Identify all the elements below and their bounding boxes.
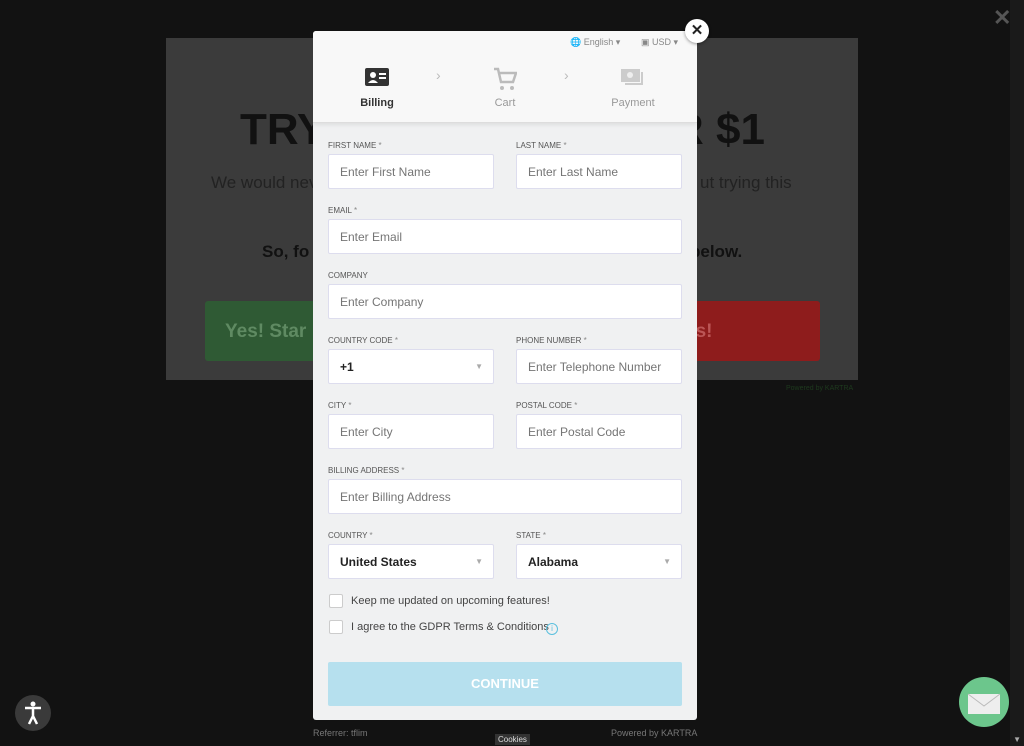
continue-button[interactable]: CONTINUE — [328, 662, 682, 706]
updates-checkbox[interactable] — [329, 594, 343, 608]
step-label: Cart — [494, 97, 516, 109]
company-input[interactable] — [328, 284, 682, 319]
info-icon[interactable]: i — [546, 623, 558, 635]
last-name-input[interactable] — [516, 154, 682, 189]
contact-button[interactable] — [959, 677, 1009, 727]
globe-icon: 🌐 — [570, 37, 582, 47]
subtitle-left: We would nev — [211, 173, 318, 192]
language-select[interactable]: 🌐 English ▾ — [570, 37, 620, 48]
phone-input[interactable] — [516, 349, 682, 384]
last-name-label: Last Name * — [516, 141, 567, 150]
modal-header: 🌐 English ▾ ▣ USD ▾ Billing › Cart › Pay… — [313, 31, 697, 123]
phone-label: Phone Number * — [516, 336, 587, 345]
state-label: State * — [516, 531, 546, 540]
money-icon: ▣ — [641, 37, 650, 47]
currency-label: USD — [652, 37, 672, 47]
country-label: Country * — [328, 531, 373, 540]
accessibility-button[interactable] — [15, 695, 51, 731]
bold-left: So, fo — [262, 242, 310, 261]
close-modal-icon[interactable]: ✕ — [685, 19, 709, 43]
dropdown-arrow-icon: ▼ — [475, 362, 483, 371]
address-label: Billing Address * — [328, 466, 405, 475]
dropdown-arrow-icon: ▼ — [475, 557, 483, 566]
country-select[interactable]: United States ▼ — [328, 544, 494, 579]
first-name-input[interactable] — [328, 154, 494, 189]
money-icon — [621, 69, 643, 85]
step-label: Payment — [611, 97, 655, 109]
subtitle-right: ut trying this — [700, 173, 792, 192]
gdpr-checkbox[interactable] — [329, 620, 343, 634]
step-label: Billing — [360, 97, 394, 109]
address-input[interactable] — [328, 479, 682, 514]
page-close-icon[interactable]: ✕ — [993, 5, 1011, 31]
powered-by-footer: Powered by KARTRA — [611, 728, 698, 738]
city-input[interactable] — [328, 414, 494, 449]
chevron-right-icon: › — [436, 67, 441, 83]
cookies-button[interactable]: Cookies — [495, 734, 530, 745]
cart-icon — [494, 67, 517, 90]
email-label: Email * — [328, 206, 358, 215]
powered-by-bg: Powered by KARTRA — [786, 385, 854, 392]
envelope-icon — [967, 693, 1001, 714]
checkout-modal: 🌐 English ▾ ▣ USD ▾ Billing › Cart › Pay… — [313, 31, 697, 720]
chevron-right-icon: › — [564, 67, 569, 83]
scroll-down-icon[interactable]: ▼ — [1013, 735, 1021, 744]
company-label: Company — [328, 271, 368, 280]
id-card-icon — [365, 68, 389, 86]
country-code-label: Country Code * — [328, 336, 398, 345]
first-name-label: First Name * — [328, 141, 382, 150]
dropdown-arrow-icon: ▼ — [663, 557, 671, 566]
state-select[interactable]: Alabama ▼ — [516, 544, 682, 579]
gdpr-label: I agree to the GDPR Terms & Conditions — [351, 621, 549, 633]
postal-input[interactable] — [516, 414, 682, 449]
email-input[interactable] — [328, 219, 682, 254]
step-billing: Billing — [332, 67, 422, 109]
referrer-text: Referrer: tflim — [313, 728, 368, 738]
currency-select[interactable]: ▣ USD ▾ — [641, 37, 678, 48]
country-code-select[interactable]: +1 ▼ — [328, 349, 494, 384]
step-payment: Payment — [588, 67, 678, 109]
postal-label: Postal Code * — [516, 401, 578, 410]
language-label: English — [583, 37, 614, 47]
bold-right: below. — [690, 242, 743, 261]
step-cart: Cart — [460, 67, 550, 109]
city-label: City * — [328, 401, 352, 410]
updates-label: Keep me updated on upcoming features! — [351, 595, 550, 607]
accessibility-icon — [25, 701, 41, 725]
scrollbar[interactable]: ▼ — [1010, 0, 1024, 746]
